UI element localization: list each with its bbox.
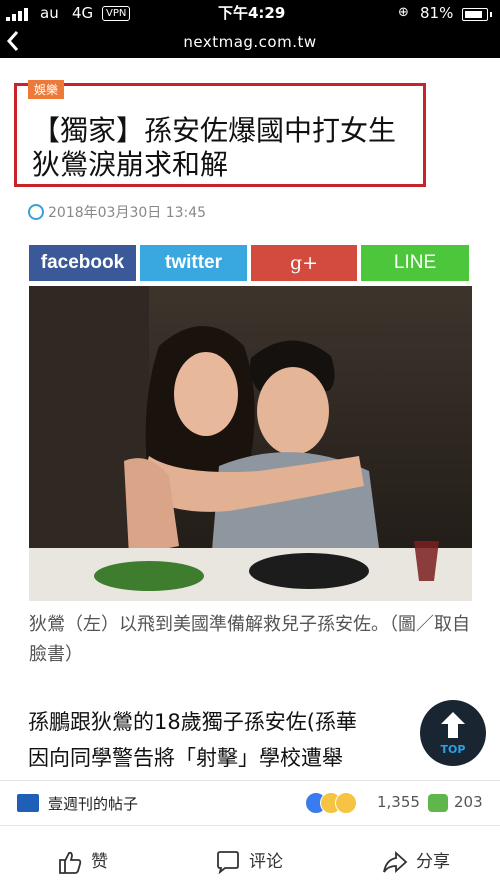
like-button[interactable]: 赞 (57, 849, 137, 875)
share-label: 分享 (416, 852, 450, 872)
orientation-lock-icon: ⊕ (398, 5, 409, 20)
reactions-summary[interactable] (305, 792, 375, 814)
article-title: 【獨家】孫安佐爆國中打女生 狄鶯淚崩求和解 (32, 114, 425, 181)
twitter-share-button[interactable]: twitter (140, 245, 247, 281)
article-content: 娛樂 【獨家】孫安佐爆國中打女生 狄鶯淚崩求和解 2018年03月30日 13:… (0, 58, 500, 780)
comment-label: 评论 (249, 852, 283, 872)
publish-date-text: 2018年03月30日 13:45 (48, 205, 207, 221)
page-url[interactable]: nextmag.com.tw (0, 33, 500, 51)
photo-caption: 狄鶯（左）以飛到美國準備解救兒子孫安佐。（圖／取自臉書） (29, 614, 470, 665)
comment-count[interactable]: 203 (454, 793, 483, 811)
carrier-label: au (40, 4, 59, 22)
publish-date: 2018年03月30日 13:45 (28, 202, 206, 222)
top-label: TOP (440, 743, 466, 756)
article-photo (29, 286, 472, 601)
post-header: 壹週刊的帖子 1,355 203 (0, 781, 500, 826)
google-plus-share-button[interactable]: g+ (251, 245, 357, 281)
browser-url-bar: nextmag.com.tw (0, 26, 500, 58)
thumbs-up-icon (59, 851, 82, 874)
comment-icon (217, 851, 239, 875)
reaction-count[interactable]: 1,355 (377, 793, 420, 811)
category-tag[interactable]: 娛樂 (28, 80, 65, 99)
vpn-badge: VPN (102, 6, 131, 21)
battery-icon (462, 8, 492, 21)
arrow-up-icon (441, 712, 465, 738)
like-label: 赞 (91, 852, 108, 872)
share-button[interactable]: 分享 (382, 849, 472, 875)
scroll-to-top-button[interactable]: TOP (420, 700, 486, 766)
facebook-share-button[interactable]: facebook (29, 245, 136, 281)
network-label: 4G (72, 4, 94, 22)
facebook-post-bar: 壹週刊的帖子 1,355 203 赞 评论 分享 (0, 780, 500, 890)
page-name[interactable]: 壹週刊的帖子 (48, 793, 138, 814)
photo-illustration (29, 286, 472, 601)
share-arrow-icon (383, 850, 408, 874)
status-time: 下午4:29 (218, 4, 286, 22)
status-bar: au 4G VPN 下午4:29 ⊕ 81% (0, 0, 500, 26)
line-share-button[interactable]: LINE (361, 245, 469, 281)
comment-button[interactable]: 评论 (215, 849, 305, 875)
battery-percent: 81% (420, 4, 454, 22)
page-logo-icon[interactable] (17, 794, 39, 812)
signal-icon (6, 7, 36, 21)
wow-reaction-icon (335, 792, 357, 814)
clock-icon (28, 204, 44, 220)
comment-bubble-icon (428, 794, 448, 812)
